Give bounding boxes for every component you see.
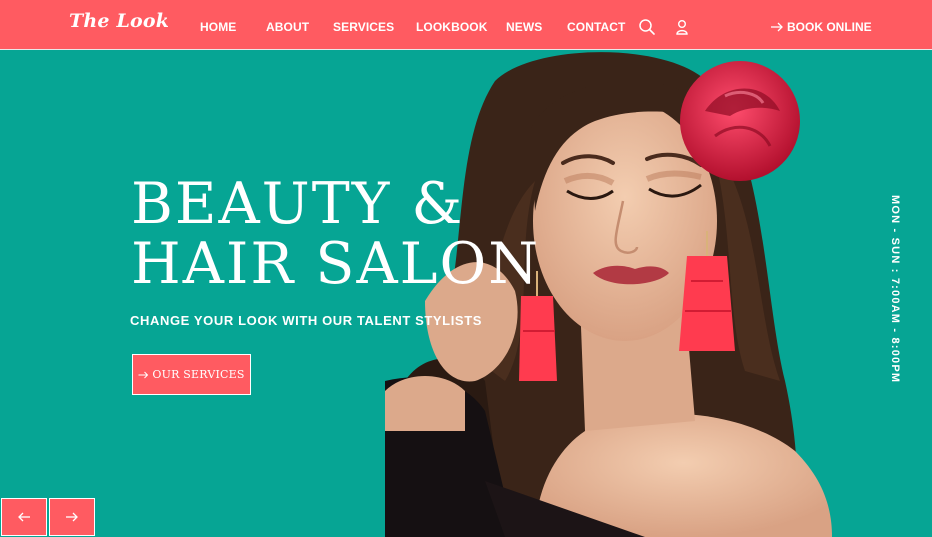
hero-title-line1: BEAUTY &: [131, 171, 465, 237]
our-services-button[interactable]: OUR SERVICES: [132, 354, 251, 395]
opening-hours-text: MON - SUN : 7:00AM - 8:00PM: [889, 195, 901, 384]
menu-item-services[interactable]: SERVICES: [333, 20, 394, 34]
arrow-right-icon: [138, 371, 149, 378]
user-icon[interactable]: [673, 18, 691, 36]
menu-item-lookbook[interactable]: LOOKBOOK: [416, 20, 487, 34]
site-logo[interactable]: The Look: [69, 10, 169, 32]
slider-prev-button[interactable]: [1, 498, 47, 536]
arrow-right-icon: [771, 22, 783, 32]
slider-next-button[interactable]: [49, 498, 95, 536]
search-icon[interactable]: [638, 18, 656, 36]
menu-item-about[interactable]: ABOUT: [266, 20, 309, 34]
book-online-label: BOOK ONLINE: [787, 20, 872, 34]
hero-subtitle: CHANGE YOUR LOOK WITH OUR TALENT STYLIST…: [130, 313, 483, 328]
menu-item-news[interactable]: NEWS: [506, 20, 542, 34]
opening-hours: MON - SUN : 7:00AM - 8:00PM: [888, 195, 902, 385]
top-navbar: The Look HOME ABOUT SERVICES LOOKBOOK NE…: [0, 0, 932, 50]
our-services-label: OUR SERVICES: [152, 368, 245, 381]
hero-title: BEAUTY & HAIR SALON: [131, 174, 540, 294]
arrow-left-icon: [18, 512, 30, 522]
menu-item-contact[interactable]: CONTACT: [567, 20, 625, 34]
book-online-link[interactable]: BOOK ONLINE: [770, 20, 872, 34]
hero-title-line2: HAIR SALON: [131, 231, 541, 297]
arrow-right-icon: [66, 512, 78, 522]
menu-item-home[interactable]: HOME: [200, 20, 236, 34]
